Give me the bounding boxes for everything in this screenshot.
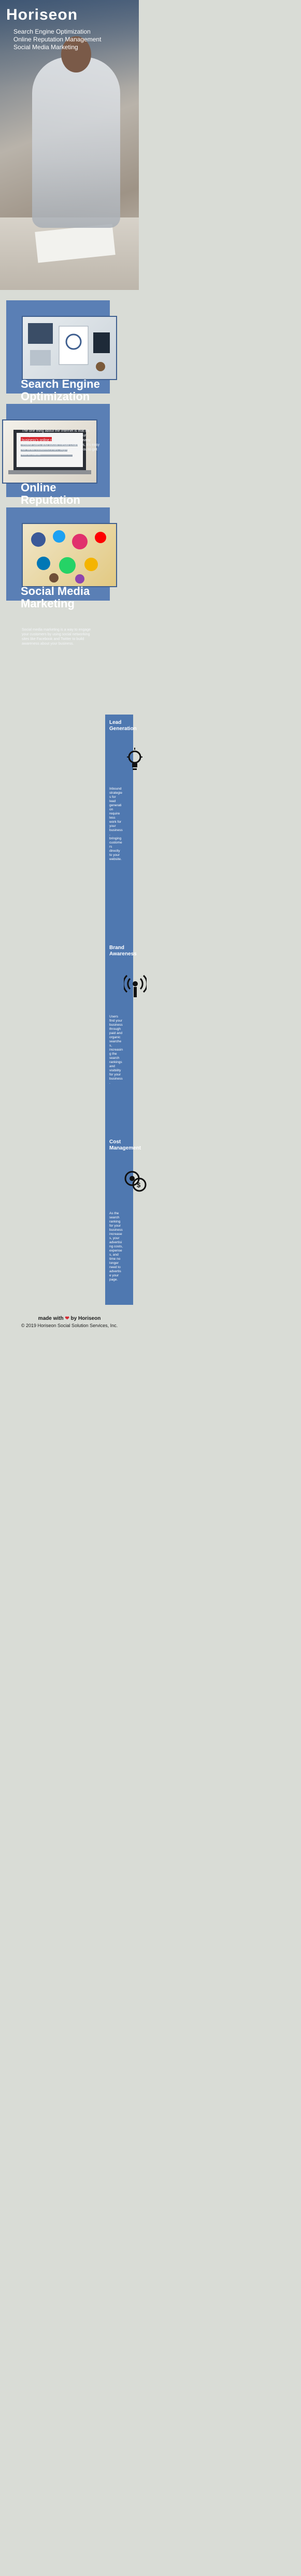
hero-banner: Horiseon Search Engine Optimization Onli…: [0, 0, 139, 290]
service-smm-title: Social Media Marketing: [21, 585, 90, 610]
smm-image: [22, 523, 117, 587]
svg-text:$: $: [137, 1181, 141, 1189]
smm-icons-illustration: [31, 530, 106, 584]
service-smm: Social Media Marketing: [6, 507, 117, 610]
benefit-cost-title: Cost Management: [109, 1139, 141, 1151]
site-footer: made with ❤ by Horiseon © 2019 Horiseon …: [0, 1315, 139, 1329]
nav-item-seo[interactable]: Search Engine Optimization: [13, 28, 101, 36]
nav-item-orm[interactable]: Online Reputation Management: [13, 36, 101, 43]
footer-copyright: © 2019 Horiseon Social Solution Services…: [21, 1323, 118, 1328]
main-nav: Search Engine Optimization Online Reputa…: [13, 28, 101, 51]
benefits-sidebar: Lead Generation Inbound strategies for l…: [105, 715, 147, 1305]
broadcast-icon: [124, 974, 147, 997]
nav-item-smm[interactable]: Social Media Marketing: [13, 43, 101, 51]
benefit-cost-text: As the search ranking for your business …: [109, 1212, 123, 1282]
service-seo-title: Search Engine Optimization: [21, 377, 100, 403]
service-orm: The one thing about the Internet is that…: [2, 404, 110, 519]
benefit-lead-text: Inbound strategies for lead generation r…: [109, 787, 123, 861]
footer-made-suffix: by Horiseon: [70, 1316, 101, 1321]
hero-person: [32, 57, 120, 228]
seo-desk-illustration: [28, 323, 110, 371]
lightbulb-icon: [127, 748, 142, 770]
service-seo: Search Engine Optimization: [6, 300, 117, 403]
coins-gear-icon: $: [124, 1171, 147, 1192]
benefit-brand-title: Brand Awareness: [109, 945, 137, 957]
seo-image: [22, 316, 117, 380]
benefit-lead-title: Lead Generation: [109, 720, 137, 732]
footer-made-prefix: made with: [38, 1316, 64, 1321]
heart-icon: ❤: [65, 1316, 69, 1321]
service-orm-text: The one thing about the Internet is that…: [22, 429, 99, 456]
service-smm-text: Social media marketing is a way to engag…: [22, 628, 91, 646]
site-logo[interactable]: Horiseon: [6, 6, 78, 24]
footer-made-with: made with ❤ by Horiseon: [0, 1315, 139, 1322]
benefit-brand-text: Users find your business through paid an…: [109, 1015, 123, 1085]
